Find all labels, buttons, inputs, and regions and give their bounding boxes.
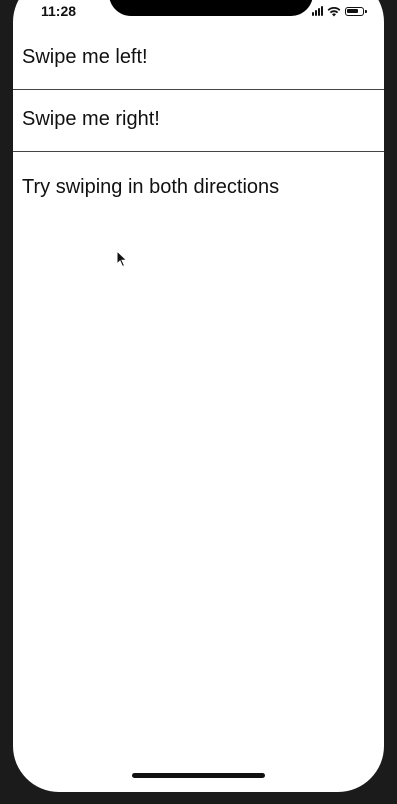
notch bbox=[109, 0, 313, 16]
cellular-signal-icon bbox=[312, 6, 323, 16]
device-frame: 11:28 Swipe me left! Swipe me right! Try… bbox=[0, 0, 397, 804]
home-indicator[interactable] bbox=[132, 773, 265, 778]
hint-text: Try swiping in both directions bbox=[22, 176, 280, 198]
list-item-label: Swipe me right! bbox=[22, 108, 160, 130]
wifi-icon bbox=[327, 6, 341, 16]
list-item-label: Swipe me left! bbox=[22, 46, 148, 68]
swipe-list: Swipe me left! Swipe me right! Try swipi… bbox=[13, 28, 384, 198]
list-item-swipe-right[interactable]: Swipe me right! bbox=[13, 90, 384, 152]
status-icons bbox=[312, 4, 367, 18]
phone-screen: 11:28 Swipe me left! Swipe me right! Try… bbox=[13, 0, 384, 792]
battery-icon bbox=[345, 6, 367, 16]
status-time: 11:28 bbox=[41, 3, 77, 19]
mouse-pointer-icon bbox=[116, 250, 128, 268]
list-item-swipe-left[interactable]: Swipe me left! bbox=[13, 28, 384, 90]
